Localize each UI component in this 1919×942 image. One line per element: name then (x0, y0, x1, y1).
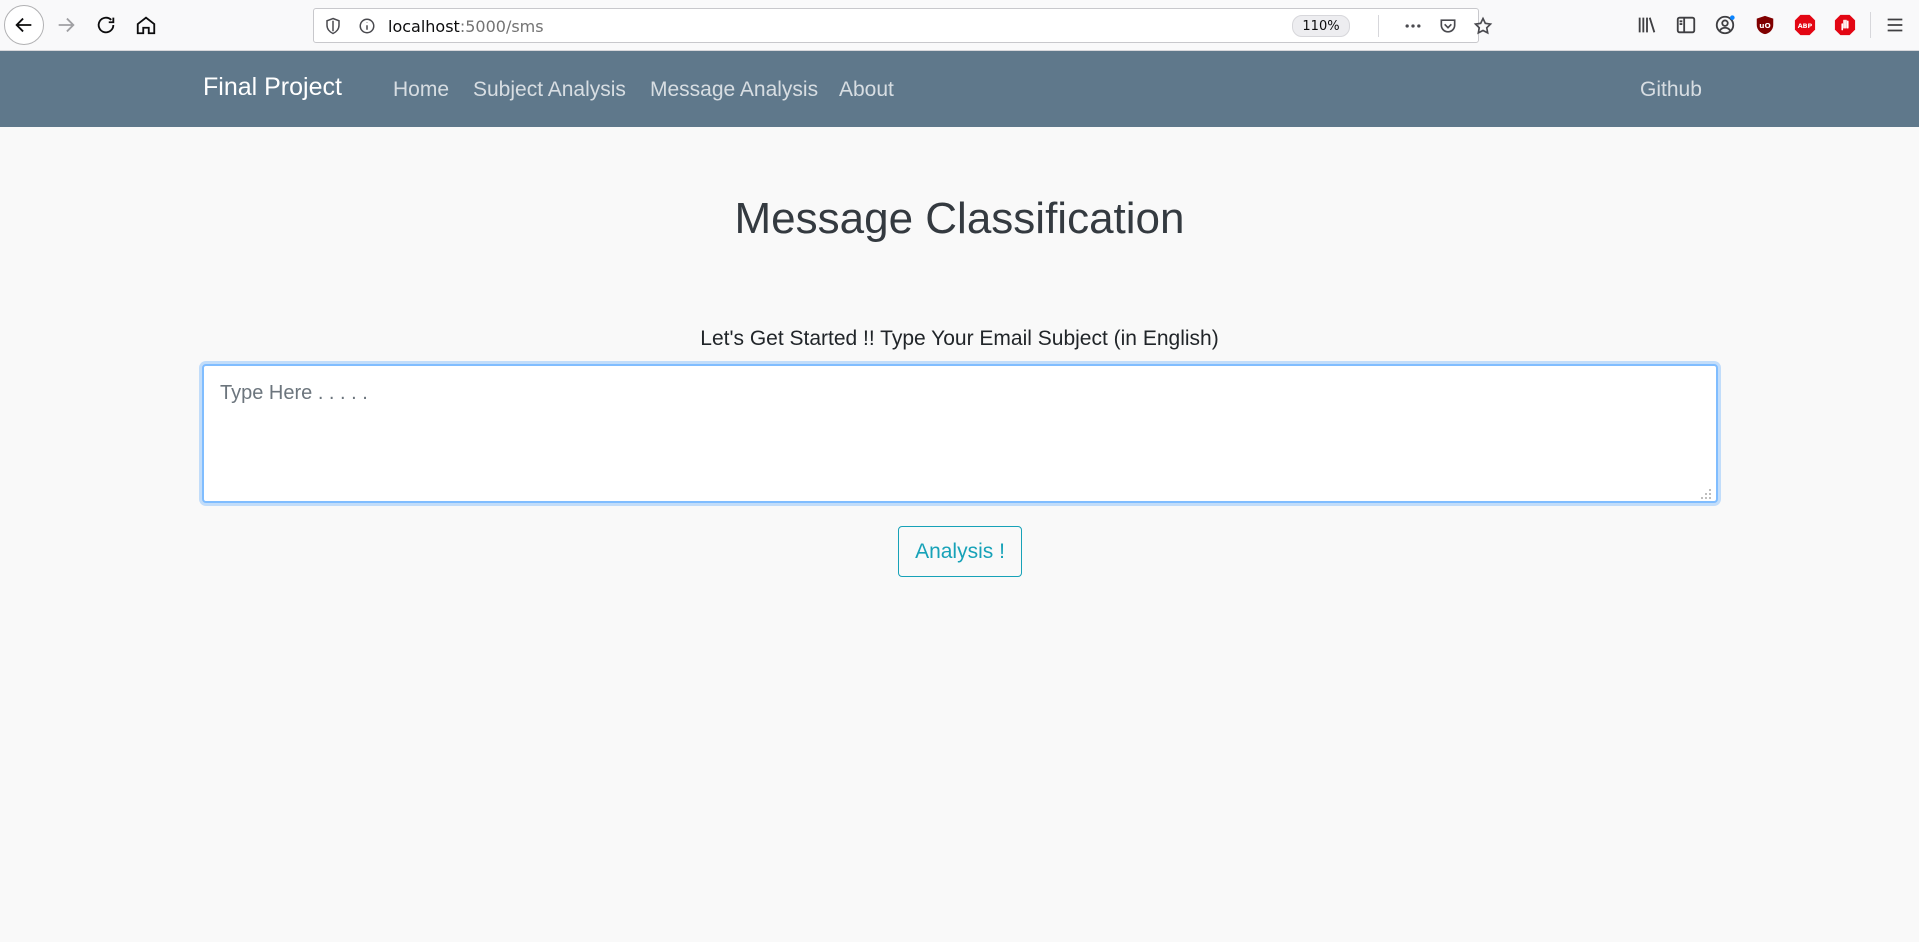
account-icon[interactable] (1714, 14, 1736, 36)
toolbar-separator (1870, 12, 1871, 38)
adblock-hand-icon[interactable] (1834, 14, 1856, 36)
url-host: localhost (388, 17, 460, 36)
ublock-origin-icon[interactable]: uO (1754, 14, 1776, 36)
browser-toolbar: localhost:5000/sms 110% uO ABP (0, 0, 1919, 51)
forward-button[interactable] (46, 5, 86, 45)
nav-about[interactable]: About (839, 78, 894, 102)
brand-link[interactable]: Final Project (203, 73, 342, 102)
back-arrow-icon (15, 17, 32, 33)
svg-text:uO: uO (1759, 21, 1770, 30)
adblock-plus-icon[interactable]: ABP (1794, 14, 1816, 36)
nav-github[interactable]: Github (1640, 78, 1702, 102)
sidebar-toggle-icon[interactable] (1675, 14, 1697, 36)
url-bar[interactable]: localhost:5000/sms 110% (313, 8, 1493, 43)
zoom-level-badge[interactable]: 110% (1292, 15, 1350, 37)
url-path: :5000/sms (459, 17, 544, 36)
analysis-button[interactable]: Analysis ! (898, 526, 1022, 577)
reload-icon (97, 16, 115, 34)
message-input[interactable] (202, 364, 1718, 503)
reload-button[interactable] (86, 5, 126, 45)
hamburger-menu-icon[interactable] (1884, 14, 1906, 36)
input-prompt-label: Let's Get Started !! Type Your Email Sub… (700, 327, 1219, 350)
page-title: Message Classification (734, 194, 1185, 243)
svg-text:ABP: ABP (1798, 22, 1813, 30)
forward-arrow-icon (58, 17, 75, 33)
home-button[interactable] (126, 5, 166, 45)
site-info-icon[interactable] (358, 17, 376, 35)
home-icon (136, 16, 156, 35)
url-text[interactable]: localhost:5000/sms (388, 17, 544, 36)
page-actions-icon[interactable] (1403, 16, 1423, 36)
pocket-icon[interactable] (1438, 16, 1458, 36)
nav-subject-analysis[interactable]: Subject Analysis (473, 78, 626, 102)
site-navbar: Final Project Home Subject Analysis Mess… (0, 51, 1919, 127)
library-icon[interactable] (1636, 14, 1658, 36)
tracking-shield-icon[interactable] (324, 17, 342, 35)
nav-home[interactable]: Home (393, 78, 449, 102)
back-button[interactable] (4, 5, 44, 45)
bookmark-star-icon[interactable] (1473, 16, 1493, 36)
nav-message-analysis[interactable]: Message Analysis (650, 78, 818, 102)
resize-grip-icon[interactable] (1700, 488, 1712, 500)
url-separator (1378, 15, 1379, 37)
